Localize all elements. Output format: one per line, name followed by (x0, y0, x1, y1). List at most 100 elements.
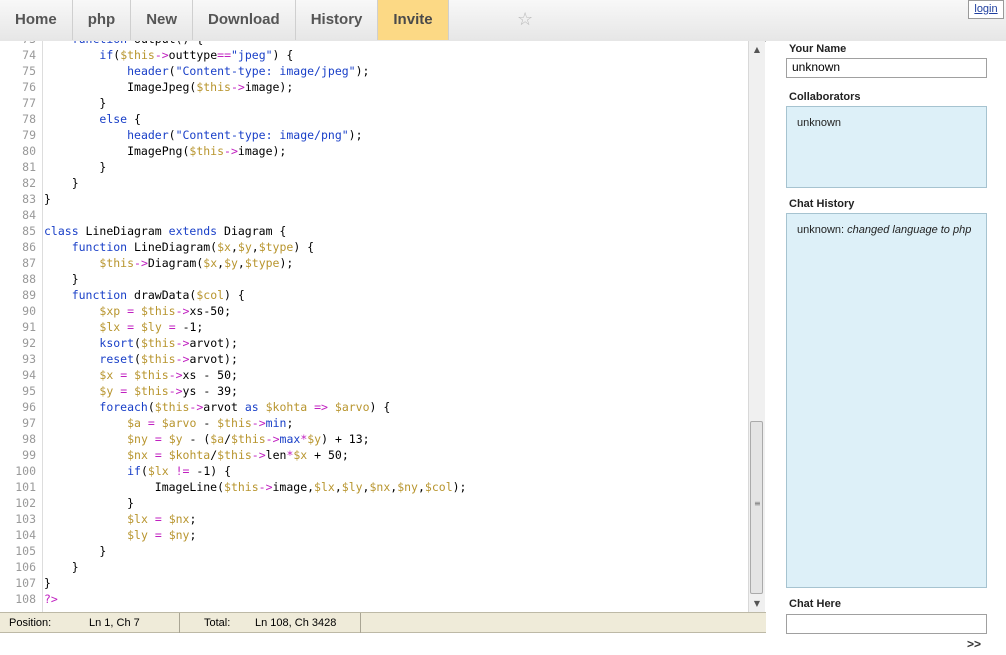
code-token: ); (452, 480, 467, 494)
code-token: $x (99, 368, 114, 382)
code-token: $lx (314, 480, 335, 494)
code-line[interactable]: ?> (44, 591, 748, 607)
code-token: = (154, 528, 162, 542)
code-token: $this (140, 304, 176, 318)
code-token: -> (189, 400, 204, 414)
code-token: -> (154, 48, 169, 62)
code-line[interactable]: } (44, 559, 748, 575)
grip-icon: ≡ (754, 499, 761, 508)
line-number: 90 (22, 304, 36, 318)
code-line[interactable]: if($this->outtype=="jpeg") { (44, 47, 748, 63)
code-token: } (44, 496, 135, 510)
code-line[interactable]: $xp = $this->xs-50; (44, 303, 748, 319)
login-link[interactable]: login (968, 0, 1004, 19)
scrollbar-thumb[interactable]: ≡ (750, 421, 763, 594)
code-line[interactable]: if($lx != -1) { (44, 463, 748, 479)
code-line[interactable]: function LineDiagram($x,$y,$type) { (44, 239, 748, 255)
code-line[interactable]: header("Content-type: image/jpeg"); (44, 63, 748, 79)
scroll-up-arrow-icon[interactable]: ▲ (749, 41, 765, 58)
code-line[interactable]: class LineDiagram extends Diagram { (44, 223, 748, 239)
code-line[interactable]: } (44, 159, 748, 175)
code-token: = (147, 416, 155, 430)
tab-invite[interactable]: Invite (378, 0, 449, 40)
code-token: -> (251, 448, 266, 462)
tab-new[interactable]: New (131, 0, 194, 40)
star-icon[interactable]: ☆ (517, 11, 533, 29)
code-line[interactable]: $ny = $y - ($a/$this->max*$y) + 13; (44, 431, 748, 447)
code-line[interactable]: $this->Diagram($x,$y,$type); (44, 255, 748, 271)
your-name-input[interactable]: unknown (786, 58, 987, 78)
code-token: "Content-type: image/jpeg" (175, 64, 356, 78)
code-editor[interactable]: 7374757677787980818283848586878889909192… (0, 41, 748, 612)
line-number: 89 (22, 288, 36, 302)
tab-history[interactable]: History (296, 0, 379, 40)
code-token: { (127, 112, 141, 126)
code-line[interactable]: $nx = $kohta/$this->len*$x + 50; (44, 447, 748, 463)
code-line[interactable] (44, 207, 748, 223)
editor-vertical-scrollbar[interactable]: ▲ ≡ ▼ (748, 41, 765, 612)
send-chat-button[interactable]: >> (967, 637, 981, 651)
code-token: - ( (182, 432, 211, 446)
code-line[interactable]: $lx = $ly = -1; (44, 319, 748, 335)
code-line[interactable]: ImageLine($this->image,$lx,$ly,$nx,$ny,$… (44, 479, 748, 495)
code-token: $this (224, 480, 259, 494)
line-number: 83 (22, 192, 36, 206)
code-line[interactable]: ImageJpeg($this->image); (44, 79, 748, 95)
code-line[interactable]: reset($this->arvot); (44, 351, 748, 367)
code-token: } (44, 96, 107, 110)
code-line[interactable]: } (44, 495, 748, 511)
code-token: -> (168, 384, 183, 398)
tab-download[interactable]: Download (193, 0, 296, 40)
code-token: output() { (127, 41, 203, 46)
code-token: "Content-type: image/png" (175, 128, 349, 142)
code-line[interactable]: $y = $this->ys - 39; (44, 383, 748, 399)
code-line[interactable]: foreach($this->arvot as $kohta => $arvo)… (44, 399, 748, 415)
scroll-down-arrow-icon[interactable]: ▼ (749, 595, 765, 612)
tab-language[interactable]: php (73, 0, 132, 40)
code-line[interactable]: $a = $arvo - $this->min; (44, 415, 748, 431)
code-line[interactable]: ksort($this->arvot); (44, 335, 748, 351)
code-line[interactable]: } (44, 271, 748, 287)
code-token: if (127, 464, 141, 478)
code-token: $kohta (168, 448, 211, 462)
code-line[interactable]: } (44, 543, 748, 559)
code-token: = (168, 320, 176, 334)
line-number: 93 (22, 352, 36, 366)
code-token: ; (189, 512, 197, 526)
code-token: $this (140, 336, 176, 350)
code-line[interactable]: } (44, 191, 748, 207)
code-line[interactable]: header("Content-type: image/png"); (44, 127, 748, 143)
code-line[interactable]: } (44, 95, 748, 111)
code-token: -> (251, 416, 266, 430)
code-line[interactable]: $ly = $ny; (44, 527, 748, 543)
code-token: ( (168, 64, 176, 78)
code-line[interactable]: ImagePng($this->image); (44, 143, 748, 159)
code-token: class (44, 224, 79, 238)
code-line[interactable]: } (44, 175, 748, 191)
code-line[interactable]: $x = $this->xs - 50; (44, 367, 748, 383)
code-token: xs - 50; (182, 368, 238, 382)
code-token: $this (189, 144, 225, 158)
code-token: ) + 13; (321, 432, 370, 446)
code-token: ; (286, 416, 294, 430)
code-line[interactable]: } (44, 575, 748, 591)
code-line[interactable]: $lx = $nx; (44, 511, 748, 527)
code-line[interactable]: function drawData($col) { (44, 287, 748, 303)
code-line[interactable]: else { (44, 111, 748, 127)
code-token: -> (224, 144, 238, 158)
chat-input[interactable] (786, 614, 987, 634)
tab-home[interactable]: Home (0, 0, 73, 40)
code-text-area[interactable]: function output() { if($this->outtype=="… (44, 41, 748, 607)
